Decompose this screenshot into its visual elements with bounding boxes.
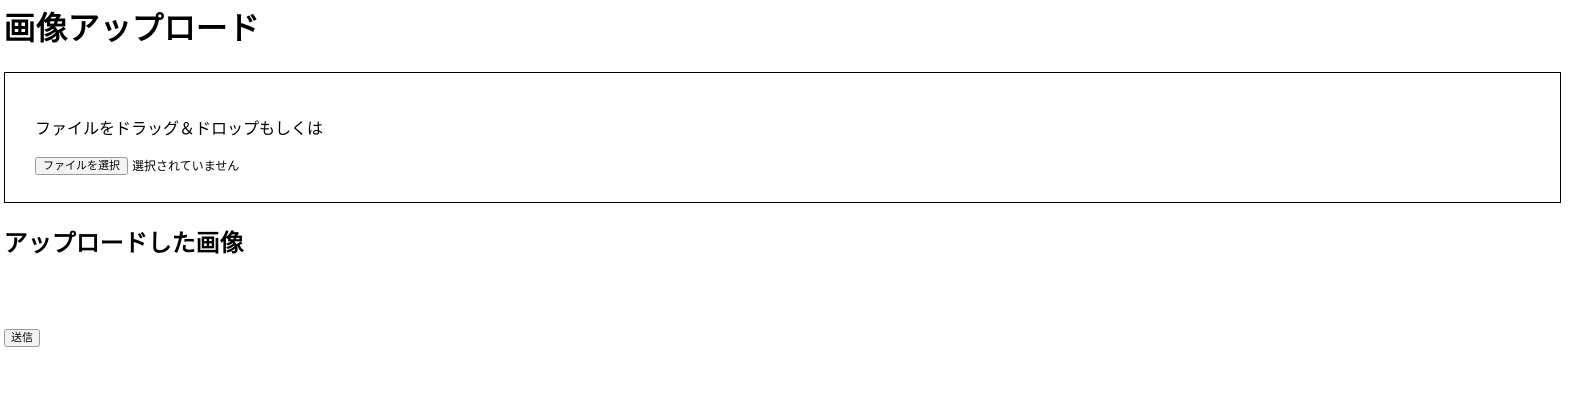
- uploaded-images-heading: アップロードした画像: [4, 229, 244, 257]
- drop-instruction: ファイルをドラッグ＆ドロップもしくは: [35, 119, 324, 138]
- choose-file-button[interactable]: ファイルを選択: [35, 157, 128, 175]
- page-title: 画像アップロード: [4, 9, 261, 47]
- file-input-row: ファイルを選択 選択されていません: [35, 157, 239, 175]
- submit-button[interactable]: 送信: [4, 329, 40, 347]
- drop-zone[interactable]: ファイルをドラッグ＆ドロップもしくは ファイルを選択 選択されていません: [4, 72, 1561, 203]
- file-selection-status: 選択されていません: [132, 159, 240, 173]
- upload-page: 画像アップロード ファイルをドラッグ＆ドロップもしくは ファイルを選択 選択され…: [0, 0, 1596, 401]
